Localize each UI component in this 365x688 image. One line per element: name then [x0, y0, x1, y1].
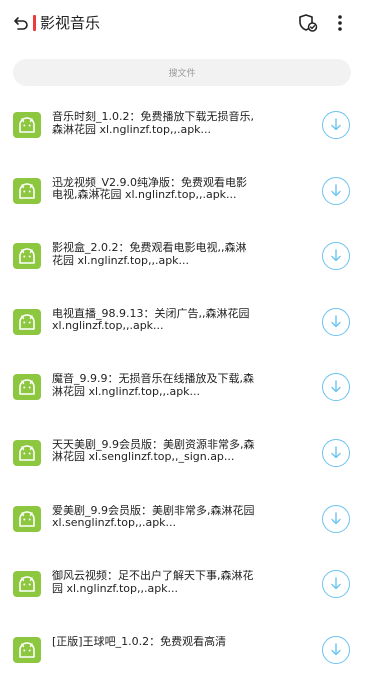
back-arrow-icon[interactable]	[12, 14, 30, 32]
list-item[interactable]: 音乐时刻_1.0.2：免费播放下载无损音乐,森淋花园 xl.nglinzf.to…	[0, 98, 365, 164]
file-list: 音乐时刻_1.0.2：免费播放下载无损音乐,森淋花园 xl.nglinzf.to…	[0, 98, 365, 688]
android-app-icon	[13, 243, 41, 270]
android-app-icon	[13, 505, 41, 532]
android-app-icon	[13, 112, 41, 138]
list-item[interactable]: 爱美剧_9.9会员版：美剧非常多,森淋花园 xl.senglinzf.top,,…	[0, 492, 365, 558]
android-app-icon	[13, 177, 41, 204]
android-app-icon	[13, 439, 41, 466]
search-placeholder: 搜文件	[168, 69, 196, 79]
list-item[interactable]: 天天美剧_9.9会员版：美剧资源非常多,森淋花园 xl.senglinzf.to…	[0, 426, 365, 492]
file-name: 天天美剧_9.9会员版：美剧资源非常多,森淋花园 xl.senglinzf.to…	[52, 438, 255, 464]
download-icon[interactable]	[322, 242, 350, 271]
file-name: 魔音_9.9.9：无损音乐在线播放及下载,森淋花园 xl.nglinzf.top…	[52, 373, 254, 398]
download-icon[interactable]	[322, 635, 350, 664]
file-name: 电视直播_98.9.13：关闭广告,,森淋花园 xl.nglinzf.top,,…	[52, 307, 250, 333]
android-app-icon	[13, 636, 41, 663]
download-icon[interactable]	[322, 438, 350, 467]
download-icon[interactable]	[322, 570, 350, 599]
list-item[interactable]: [正版]王球吧_1.0.2：免费观看高清	[0, 623, 365, 688]
file-name: 迅龙视频_V2.9.0纯净版：免费观看电影电视,森淋花园 xl.nglinzf.…	[52, 176, 248, 202]
more-vertical-icon[interactable]	[333, 12, 347, 34]
download-icon[interactable]	[322, 307, 350, 336]
download-icon[interactable]	[322, 504, 350, 533]
android-app-icon	[13, 308, 41, 335]
list-item[interactable]: 御风云视频：足不出户了解天下事,森淋花园 xl.nglinzf.top,,.ap…	[0, 557, 365, 623]
list-item[interactable]: 影视盒_2.0.2：免费观看电影电视,,森淋花园 xl.nglinzf.top,…	[0, 229, 365, 295]
search-input[interactable]: 搜文件	[13, 59, 351, 86]
file-name: 爱美剧_9.9会员版：美剧非常多,森淋花园 xl.senglinzf.top,,…	[52, 504, 255, 530]
file-name: 御风云视频：足不出户了解天下事,森淋花园 xl.nglinzf.top,,.ap…	[52, 570, 254, 595]
file-name: 音乐时刻_1.0.2：免费播放下载无损音乐,森淋花园 xl.nglinzf.to…	[52, 111, 254, 136]
file-name: [正版]王球吧_1.0.2：免费观看高清	[52, 635, 227, 648]
title-accent-bar	[33, 15, 36, 31]
android-app-icon	[13, 571, 41, 598]
file-name: 影视盒_2.0.2：免费观看电影电视,,森淋花园 xl.nglinzf.top,…	[52, 242, 247, 267]
android-app-icon	[13, 374, 41, 401]
list-item[interactable]: 魔音_9.9.9：无损音乐在线播放及下载,森淋花园 xl.nglinzf.top…	[0, 360, 365, 426]
download-icon[interactable]	[322, 176, 350, 205]
download-icon[interactable]	[322, 111, 350, 139]
shield-check-icon[interactable]	[297, 12, 319, 34]
page-title: 影视音乐	[40, 14, 101, 32]
download-icon[interactable]	[322, 373, 350, 402]
list-item[interactable]: 电视直播_98.9.13：关闭广告,,森淋花园 xl.nglinzf.top,,…	[0, 295, 365, 361]
list-item[interactable]: 迅龙视频_V2.9.0纯净版：免费观看电影电视,森淋花园 xl.nglinzf.…	[0, 164, 365, 230]
app-header: 影视音乐	[0, 0, 365, 46]
